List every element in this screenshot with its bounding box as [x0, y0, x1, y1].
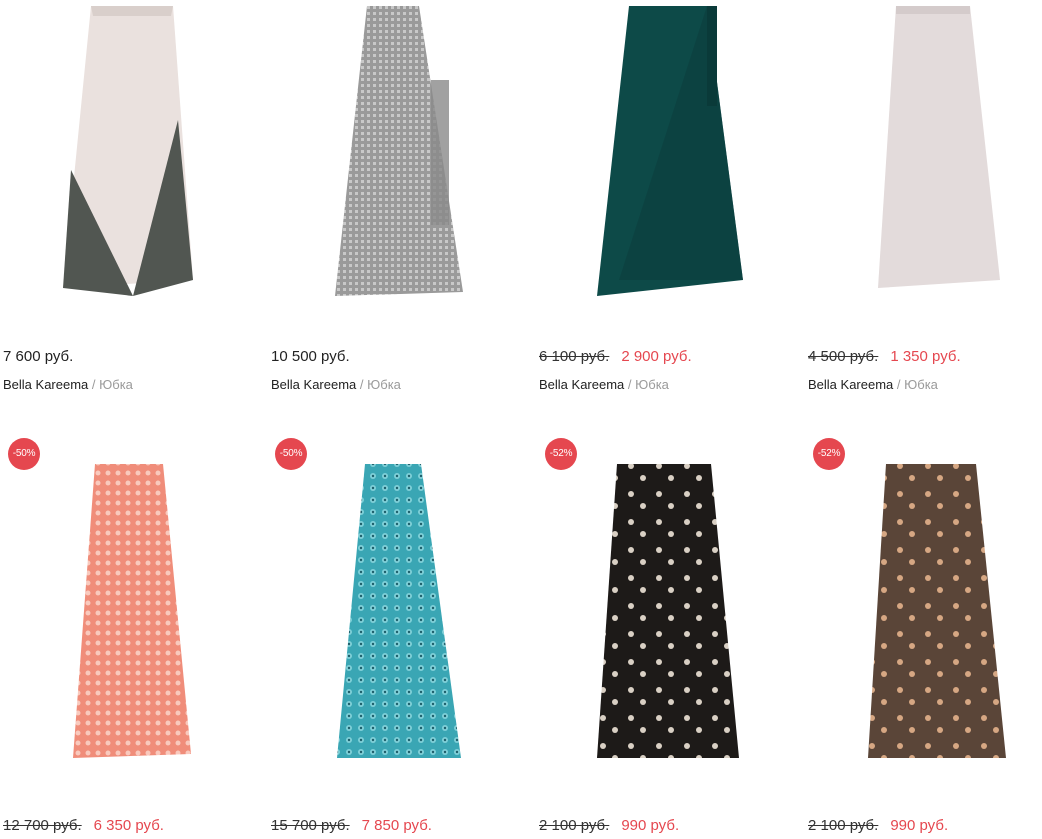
price: 10 500 руб. [271, 348, 350, 365]
brand-link[interactable]: Bella Kareema [271, 377, 356, 392]
separator: / [893, 377, 905, 392]
product-meta: Bella Kareema / Юбка [539, 377, 669, 392]
price-row: 10 500 руб. [271, 348, 350, 365]
product-image[interactable] [271, 0, 511, 330]
product-image[interactable] [3, 0, 243, 330]
product-image[interactable] [271, 458, 511, 798]
sale-price: 990 руб. [890, 817, 949, 834]
old-price: 15 700 руб. [271, 817, 350, 834]
product-image[interactable] [539, 458, 779, 798]
category-link[interactable]: Юбка [635, 377, 669, 392]
product-image[interactable] [808, 458, 1042, 798]
separator: / [88, 377, 100, 392]
price-row: 4 500 руб. 1 350 руб. [808, 348, 961, 365]
product-image[interactable] [3, 458, 243, 798]
old-price: 2 100 руб. [539, 817, 610, 834]
price: 7 600 руб. [3, 348, 74, 365]
price-row: 2 100 руб. 990 руб. [539, 817, 679, 834]
sale-price: 990 руб. [621, 817, 680, 834]
category-link[interactable]: Юбка [367, 377, 401, 392]
old-price: 6 100 руб. [539, 348, 610, 365]
skirt-image [73, 464, 191, 758]
sale-price: 1 350 руб. [890, 348, 961, 365]
brand-link[interactable]: Bella Kareema [3, 377, 88, 392]
price-row: 7 600 руб. [3, 348, 73, 365]
category-link[interactable]: Юбка [99, 377, 133, 392]
product-meta: Bella Kareema / Юбка [271, 377, 401, 392]
product-meta: Bella Kareema / Юбка [808, 377, 938, 392]
brand-link[interactable]: Bella Kareema [539, 377, 624, 392]
skirt-image [597, 464, 739, 758]
sale-price: 2 900 руб. [621, 348, 692, 365]
sale-price: 7 850 руб. [361, 817, 432, 834]
skirt-image [337, 464, 461, 758]
skirt-image [335, 6, 463, 296]
category-link[interactable]: Юбка [904, 377, 938, 392]
skirt-image [597, 6, 743, 296]
skirt-image [868, 464, 1006, 758]
price-row: 2 100 руб. 990 руб. [808, 817, 948, 834]
product-image[interactable] [808, 0, 1042, 330]
separator: / [356, 377, 368, 392]
old-price: 12 700 руб. [3, 817, 82, 834]
skirt-image [63, 6, 193, 296]
product-image[interactable] [539, 0, 779, 330]
product-meta: Bella Kareema / Юбка [3, 377, 133, 392]
price-row: 15 700 руб. 7 850 руб. [271, 817, 432, 834]
brand-link[interactable]: Bella Kareema [808, 377, 893, 392]
old-price: 2 100 руб. [808, 817, 879, 834]
old-price: 4 500 руб. [808, 348, 879, 365]
sale-price: 6 350 руб. [93, 817, 164, 834]
separator: / [624, 377, 636, 392]
skirt-image [878, 6, 1000, 288]
price-row: 6 100 руб. 2 900 руб. [539, 348, 692, 365]
price-row: 12 700 руб. 6 350 руб. [3, 817, 164, 834]
